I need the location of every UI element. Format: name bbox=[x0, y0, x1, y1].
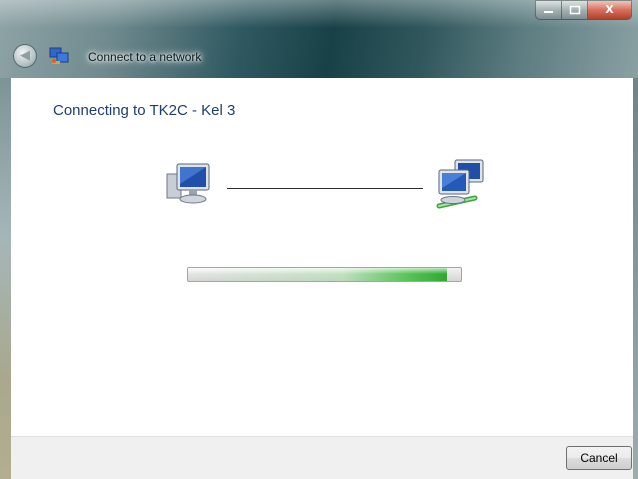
minimize-button[interactable] bbox=[535, 0, 562, 20]
title-bar: X ◀ Connect to a network bbox=[0, 0, 638, 78]
network-icon bbox=[49, 47, 69, 64]
connect-network-window: X ◀ Connect to a network Connecting to T… bbox=[0, 0, 638, 479]
maximize-icon bbox=[569, 5, 580, 15]
content-area: Connecting to TK2C - Kel 3 bbox=[11, 78, 633, 436]
close-icon: X bbox=[605, 3, 614, 16]
cancel-button[interactable]: Cancel bbox=[566, 446, 632, 470]
network-computers-icon bbox=[436, 159, 484, 209]
window-title: Connect to a network bbox=[88, 50, 202, 64]
back-arrow-icon: ◀ bbox=[20, 48, 30, 63]
maximize-button[interactable] bbox=[562, 0, 588, 20]
dialog-footer: Cancel bbox=[11, 436, 633, 479]
caption-buttons: X bbox=[535, 0, 632, 20]
minimize-icon bbox=[544, 11, 553, 13]
window-frame-right bbox=[633, 78, 638, 479]
page-title: Connecting to TK2C - Kel 3 bbox=[53, 102, 236, 119]
computer-icon bbox=[166, 163, 210, 204]
close-button[interactable]: X bbox=[588, 0, 632, 20]
progress-bar-fill bbox=[188, 268, 448, 281]
connection-progress-bar bbox=[187, 267, 462, 282]
connection-line bbox=[227, 188, 423, 189]
back-button[interactable]: ◀ bbox=[13, 44, 37, 68]
window-frame-left bbox=[0, 78, 11, 479]
